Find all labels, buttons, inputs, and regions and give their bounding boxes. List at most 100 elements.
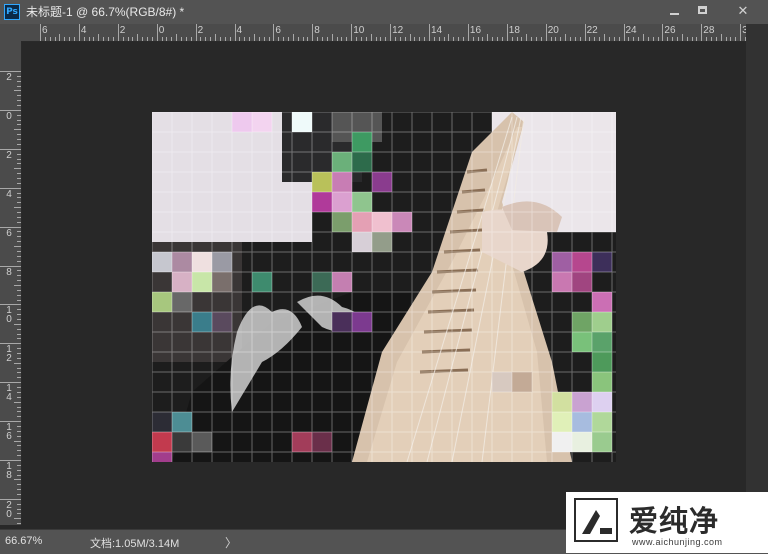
status-menu-arrow[interactable]: 〉 — [225, 534, 237, 551]
ruler-h-tick — [477, 37, 479, 41]
ruler-v-tick — [0, 304, 21, 306]
ruler-v-tick — [0, 343, 21, 345]
ruler-v-tick — [17, 387, 21, 389]
ruler-h-tick — [287, 37, 289, 41]
ruler-v-tick — [17, 275, 21, 277]
ruler-h-tick — [487, 34, 489, 41]
ruler-h-tick — [482, 37, 484, 41]
ruler-v-label: 14 — [6, 383, 12, 404]
close-button[interactable]: ✕ — [726, 2, 760, 20]
ruler-h-tick — [545, 24, 547, 41]
ruler-h-tick — [74, 37, 76, 41]
ruler-h-tick — [268, 37, 270, 41]
ruler-h-tick — [715, 37, 717, 41]
ruler-h-tick — [443, 37, 445, 41]
ruler-h-tick — [234, 24, 236, 41]
ruler-h-tick — [535, 37, 537, 41]
ruler-v-tick — [17, 85, 21, 87]
ruler-v-tick — [0, 226, 21, 228]
ruler-h-tick — [93, 37, 95, 41]
ruler-h-tick — [132, 37, 134, 41]
document-tab-title[interactable]: 未标题-1 @ 66.7%(RGB/8#) * — [26, 4, 184, 20]
ruler-v-label: 8 — [6, 266, 12, 278]
ruler-v-tick — [0, 460, 21, 461]
ruler-v-tick — [17, 469, 21, 471]
ruler-h-tick — [210, 37, 212, 41]
ruler-h-tick — [190, 37, 192, 41]
ruler-h-tick — [171, 37, 173, 41]
ruler-v-label: 10 — [6, 305, 12, 326]
ruler-v-tick — [17, 406, 21, 408]
ruler-v-tick — [17, 391, 21, 393]
ruler-h-tick — [613, 37, 615, 41]
ruler-h-tick — [44, 37, 46, 41]
ruler-v-tick — [17, 353, 21, 355]
maximize-button[interactable] — [690, 2, 716, 20]
ruler-v-tick — [17, 455, 21, 457]
ruler-h-tick — [458, 37, 460, 41]
ruler-v-tick — [17, 411, 21, 413]
document-size-info: 文档:1.05M/3.14M — [90, 538, 180, 550]
ruler-h-tick — [365, 37, 367, 41]
image-canvas[interactable] — [152, 112, 616, 462]
close-icon: ✕ — [737, 3, 749, 18]
ruler-h-tick — [127, 37, 129, 41]
ruler-h-tick — [565, 34, 567, 41]
horizontal-ruler[interactable]: 642024681012141618202224262830 — [22, 24, 746, 42]
ruler-h-tick — [224, 37, 226, 41]
ruler-h-tick — [117, 24, 119, 41]
ruler-h-tick — [322, 37, 324, 41]
ruler-v-tick — [17, 289, 21, 291]
ruler-h-tick — [161, 37, 163, 41]
ruler-h-tick — [404, 37, 406, 41]
vertical-ruler[interactable]: 202468101214161820 — [0, 41, 22, 525]
ruler-h-tick — [492, 37, 494, 41]
ruler-h-tick — [584, 24, 586, 41]
ruler-h-tick — [516, 37, 518, 41]
ruler-h-tick — [215, 34, 217, 41]
ruler-v-tick — [17, 435, 21, 437]
watermark-url: www.aichunjing.com — [632, 537, 723, 547]
minimize-button[interactable] — [662, 2, 688, 20]
ruler-h-tick — [375, 37, 377, 41]
ruler-h-tick — [521, 37, 523, 41]
ruler-h-tick — [414, 37, 416, 41]
ruler-v-tick — [0, 421, 21, 423]
ruler-h-tick — [166, 37, 168, 41]
zoom-level-field[interactable]: 66.67% — [5, 535, 42, 547]
ruler-h-label: 12 — [392, 25, 404, 36]
ruler-h-tick — [380, 37, 382, 41]
ruler-v-tick — [17, 114, 21, 116]
ruler-h-tick — [302, 37, 304, 41]
ruler-h-label: 22 — [586, 25, 598, 36]
ruler-v-tick — [14, 401, 21, 403]
ruler-h-tick — [706, 37, 708, 41]
ruler-v-tick — [17, 372, 21, 374]
ruler-origin[interactable] — [0, 24, 22, 42]
ruler-v-label: 2 — [6, 149, 12, 161]
ruler-h-tick — [360, 37, 362, 41]
ruler-h-tick — [463, 37, 465, 41]
ruler-h-tick — [195, 24, 197, 41]
ruler-v-tick — [17, 309, 21, 311]
ruler-h-tick — [540, 37, 542, 41]
ruler-v-tick — [14, 479, 21, 481]
ruler-v-tick — [17, 158, 21, 160]
ruler-h-tick — [156, 24, 158, 41]
ruler-v-tick — [17, 377, 21, 379]
ruler-v-tick — [17, 464, 21, 466]
ruler-v-tick — [17, 119, 21, 121]
photoshop-app-icon: Ps — [4, 4, 20, 20]
ruler-v-tick — [14, 440, 21, 442]
ruler-v-tick — [0, 382, 21, 384]
ruler-h-tick — [108, 37, 110, 41]
photoshop-window: Ps 未标题-1 @ 66.7%(RGB/8#) * ✕ 6 4 2 0 2 4 6 8 10 1… — [0, 0, 768, 554]
ruler-h-label: 28 — [703, 25, 715, 36]
ruler-v-tick — [17, 177, 21, 179]
ruler-h-tick — [560, 37, 562, 41]
ruler-v-tick — [14, 129, 21, 131]
ruler-h-tick — [283, 37, 285, 41]
ruler-h-tick — [448, 34, 450, 41]
ruler-h-tick — [711, 37, 713, 41]
ruler-h-tick — [433, 37, 435, 41]
